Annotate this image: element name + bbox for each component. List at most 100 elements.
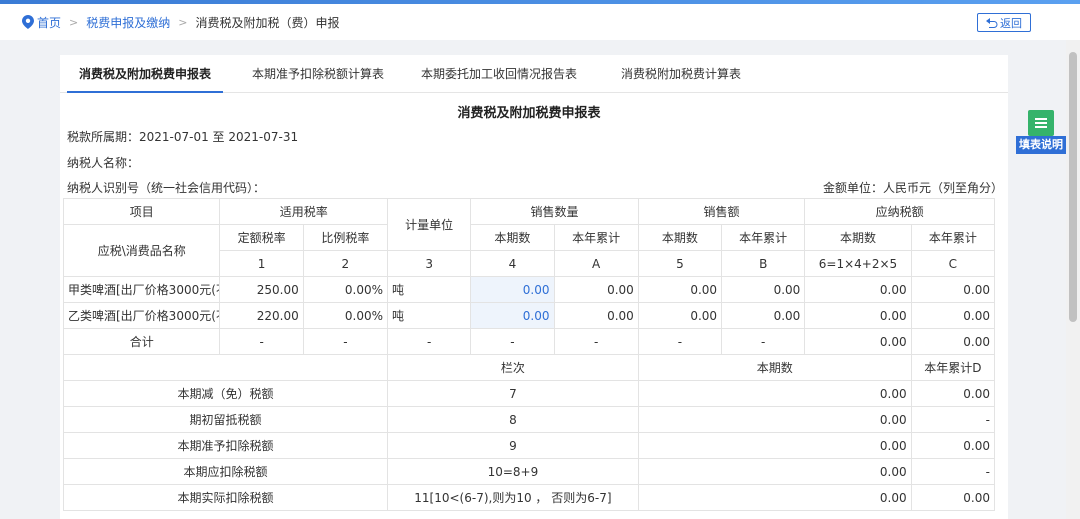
- section2-current-header: 本期数: [637, 354, 912, 381]
- taxpayer-id-label: 纳税人识别号（统一社会信用代码）：: [67, 181, 266, 195]
- product-name: 甲类啤酒[出厂价格3000元(不含: [62, 276, 221, 303]
- table-row: 本期减（免）税额 7 0.00 0.00: [62, 380, 996, 407]
- sales-qty-ytd: 0.00: [553, 302, 639, 329]
- section2-item: 本期实际扣除税额: [62, 484, 389, 511]
- section2-ytd: 0.00: [910, 380, 996, 407]
- header-fixed-rate: 定额税率: [219, 224, 304, 251]
- col-number: 2: [302, 250, 389, 277]
- col-number: 6=1×4+2×5: [804, 250, 912, 277]
- unit: 吨: [387, 302, 472, 329]
- section2-ytd: -: [910, 406, 996, 433]
- table-row: 甲类啤酒[出厂价格3000元(不含 250.00 0.00% 吨 0.00 0.…: [62, 276, 996, 303]
- col-number: B: [721, 250, 806, 277]
- table-row: 本期实际扣除税额 11[10<(6-7),则为10 ， 否则为6-7] 0.00…: [62, 484, 996, 511]
- section2-blank: [62, 354, 389, 381]
- header-sales-qty: 销售数量: [470, 198, 639, 225]
- header-rate: 适用税率: [219, 198, 389, 225]
- return-arrow-icon: [986, 17, 998, 28]
- section2-current: 0.00: [637, 458, 912, 485]
- fixed-rate: 250.00: [219, 276, 304, 303]
- back-button-label: 返回: [1000, 16, 1022, 30]
- sales-qty-ytd: 0.00: [553, 276, 639, 303]
- header-amt-current: 本期数: [637, 224, 723, 251]
- section2-item: 本期准予扣除税额: [62, 432, 389, 459]
- back-button[interactable]: 返回: [977, 13, 1031, 32]
- total-dash: -: [470, 328, 555, 355]
- total-dash: -: [387, 328, 472, 355]
- scrollbar-thumb[interactable]: [1069, 52, 1077, 322]
- header-sales-amt: 销售额: [637, 198, 806, 225]
- section2-header-row: 栏次 本期数 本年累计D: [62, 354, 996, 381]
- section2-item: 本期减（免）税额: [62, 380, 389, 407]
- form-title: 消费税及附加税费申报表: [457, 106, 601, 121]
- total-tax: 0.00: [804, 328, 912, 355]
- document-icon: [1028, 110, 1054, 136]
- fill-instructions-label: 填表说明: [1016, 136, 1066, 154]
- header-unit: 计量单位: [387, 198, 472, 251]
- total-row: 合计 - - - - - - - 0.00 0.00: [62, 328, 996, 355]
- table-row: 期初留抵税额 8 0.00 -: [62, 406, 996, 433]
- header-amt-ytd: 本年累计: [721, 224, 806, 251]
- total-dash: -: [219, 328, 304, 355]
- section2-current: 0.00: [637, 380, 912, 407]
- breadcrumb-tax-filing[interactable]: 税费申报及缴纳: [86, 14, 170, 31]
- prop-rate: 0.00%: [302, 302, 389, 329]
- col-number: 3: [387, 250, 472, 277]
- tax-due: 0.00: [804, 302, 912, 329]
- tab-declaration-form[interactable]: 消费税及附加税费申报表: [67, 55, 223, 93]
- total-dash: -: [553, 328, 639, 355]
- breadcrumb-separator: >: [69, 15, 79, 29]
- product-name: 乙类啤酒[出厂价格3000元(不含: [62, 302, 221, 329]
- header-qty-ytd: 本年累计: [553, 224, 639, 251]
- section2-ytd: 0.00: [910, 432, 996, 459]
- section2-current: 0.00: [637, 484, 912, 511]
- header-row-1: 项目 适用税率 计量单位 销售数量 销售额 应纳税额: [62, 198, 995, 251]
- section2-current: 0.00: [637, 406, 912, 433]
- section2-col: 10=8+9: [387, 458, 639, 485]
- breadcrumb: 首页 > 税费申报及缴纳 > 消费税及附加税（费）申报: [0, 4, 1080, 40]
- header-item: 项目: [62, 198, 221, 225]
- header-qty-current: 本期数: [470, 224, 555, 251]
- section2-col-header: 栏次: [387, 354, 639, 381]
- currency-unit: 金额单位：人民币元（列至角分）: [823, 181, 1004, 195]
- tab-bar: 消费税及附加税费申报表 本期准予扣除税额计算表 本期委托加工收回情况报告表 消费…: [60, 55, 1008, 93]
- breadcrumb-current: 消费税及附加税（费）申报: [195, 15, 340, 30]
- tab-surcharge-calc[interactable]: 消费税附加税费计算表: [601, 55, 761, 93]
- header-row-2: 应税\消费品名称 定额税率 比例税率 本期数 本年累计 本期数 本年累计 本期数…: [62, 224, 996, 277]
- col-number: C: [910, 250, 996, 277]
- section2-col: 11[10<(6-7),则为10 ， 否则为6-7]: [387, 484, 639, 511]
- col-number: A: [553, 250, 639, 277]
- total-dash: -: [302, 328, 389, 355]
- total-tax-ytd: 0.00: [910, 328, 996, 355]
- fill-instructions-button[interactable]: 填表说明: [1016, 110, 1066, 154]
- section2-item: 本期应扣除税额: [62, 458, 389, 485]
- table-row: 本期应扣除税额 10=8+9 0.00 -: [62, 458, 996, 485]
- prop-rate: 0.00%: [302, 276, 389, 303]
- sales-amt: 0.00: [637, 302, 723, 329]
- section2-ytd-header: 本年累计D: [910, 354, 996, 381]
- section2-current: 0.00: [637, 432, 912, 459]
- tax-due-ytd: 0.00: [910, 276, 996, 303]
- section2-ytd: -: [910, 458, 996, 485]
- tax-due: 0.00: [804, 276, 912, 303]
- sales-qty-input[interactable]: 0.00: [470, 302, 555, 329]
- table-row: 本期准予扣除税额 9 0.00 0.00: [62, 432, 996, 459]
- total-label: 合计: [62, 328, 221, 355]
- tab-deduction-calc[interactable]: 本期准予扣除税额计算表: [238, 55, 398, 93]
- sales-amt: 0.00: [637, 276, 723, 303]
- sales-amt-ytd: 0.00: [721, 276, 806, 303]
- tax-due-ytd: 0.00: [910, 302, 996, 329]
- section2-col: 7: [387, 380, 639, 407]
- header-prop-rate: 比例税率: [302, 224, 389, 251]
- table-row: 乙类啤酒[出厂价格3000元(不含 220.00 0.00% 吨 0.00 0.…: [62, 302, 996, 329]
- sales-qty-input[interactable]: 0.00: [470, 276, 555, 303]
- header-product-name: 应税\消费品名称: [62, 224, 221, 277]
- breadcrumb-home[interactable]: 首页: [37, 14, 61, 31]
- declaration-table: 项目 适用税率 计量单位 销售数量 销售额 应纳税额 应税\消费品名称 定额税率…: [62, 198, 996, 511]
- location-pin-icon: [22, 15, 34, 29]
- vertical-scrollbar[interactable]: [1066, 40, 1080, 519]
- tab-processing-report[interactable]: 本期委托加工收回情况报告表: [409, 55, 589, 93]
- col-number: 5: [637, 250, 723, 277]
- header-tax-current: 本期数: [804, 224, 912, 251]
- col-number: 1: [219, 250, 304, 277]
